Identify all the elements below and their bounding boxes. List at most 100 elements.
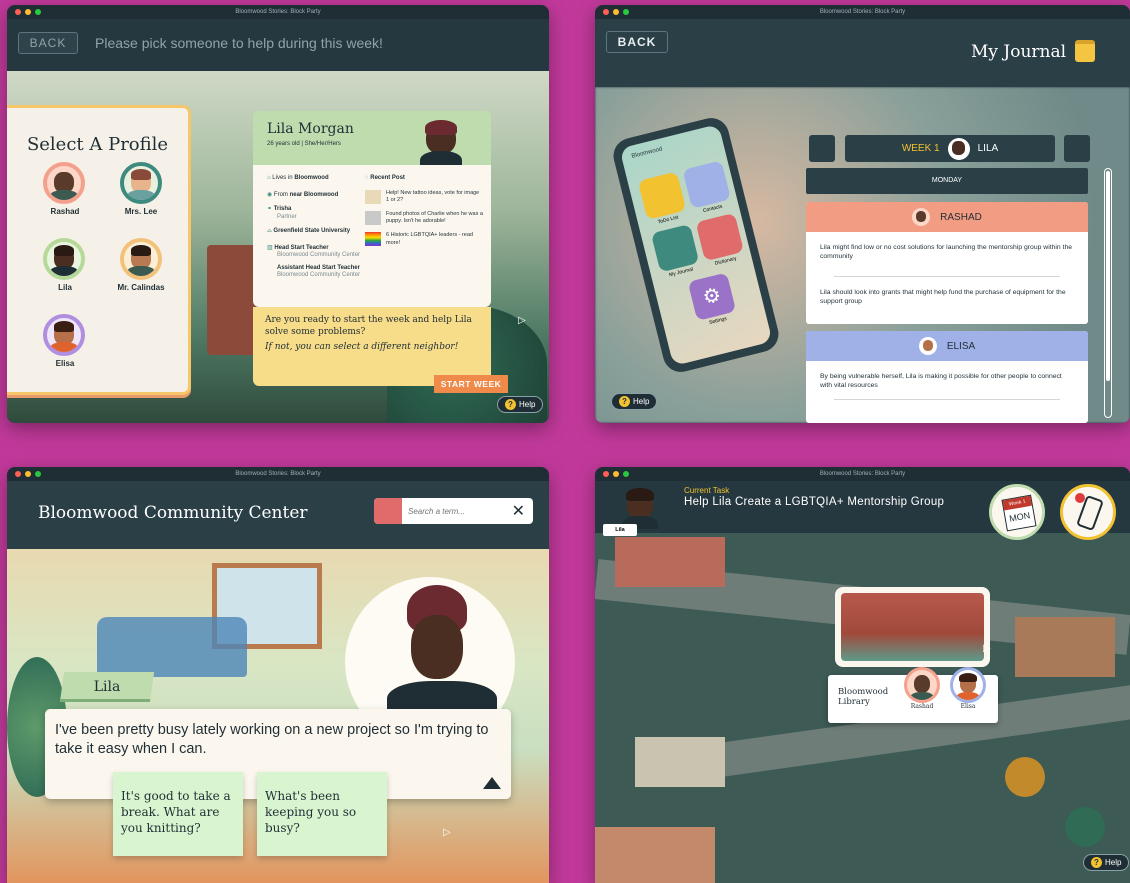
- speaker-name: Lila: [93, 679, 121, 695]
- page-title: Bloomwood Community Center: [38, 503, 308, 523]
- app-contacts[interactable]: [682, 160, 731, 209]
- person-label: LILA: [977, 143, 999, 154]
- panel-title: Select A Profile: [26, 134, 169, 155]
- title-bar: Bloomwood Stories: Block Party: [595, 5, 1130, 19]
- entry-note: Lila should look into grants that might …: [820, 289, 1066, 305]
- person-name: Rashad: [910, 703, 934, 710]
- profile-rashad[interactable]: Rashad: [43, 162, 87, 216]
- map-building: [1015, 617, 1115, 677]
- entry-note: Lila might find low or no cost solutions…: [820, 244, 1073, 260]
- post-thumbnail: [365, 189, 381, 204]
- title-bar: Bloomwood Stories: Block Party: [7, 467, 549, 481]
- post-item[interactable]: Help! New tattoo ideas, vote for image 1…: [365, 189, 483, 204]
- search-input[interactable]: [408, 504, 504, 518]
- close-icon[interactable]: ✕: [512, 501, 525, 521]
- dictionary-icon: [374, 498, 402, 524]
- calendar-icon: Week 1 MON: [1001, 494, 1037, 532]
- dialog-text: I've been pretty busy lately working on …: [55, 722, 489, 757]
- calendar-button[interactable]: Week 1 MON: [989, 484, 1045, 540]
- scene-chairs: [97, 617, 247, 677]
- app-journal[interactable]: [650, 223, 700, 273]
- person-elisa[interactable]: Elisa: [948, 667, 988, 710]
- journal-scrollbar[interactable]: [1104, 168, 1112, 418]
- window-title: Bloomwood Stories: Block Party: [235, 9, 321, 15]
- library-illustration: [841, 593, 984, 661]
- entry-header: RASHAD: [806, 202, 1088, 232]
- person-name: Elisa: [960, 703, 976, 710]
- window-community-center: Bloomwood Stories: Block Party Bloomwood…: [7, 467, 549, 883]
- help-button[interactable]: ? Help: [611, 393, 658, 410]
- post-item[interactable]: 6 Historic LGBTQIA+ leaders - read more!: [365, 232, 483, 247]
- choice-option[interactable]: It's good to take a break. What are you …: [113, 772, 243, 856]
- library-building[interactable]: [835, 587, 990, 667]
- prev-week-button[interactable]: [809, 135, 835, 162]
- post-thumbnail: [365, 211, 381, 226]
- avatar: [120, 162, 162, 204]
- start-week-button[interactable]: START WEEK: [434, 375, 508, 393]
- job-row: Assistant Head Start Teacher Bloomwood Co…: [277, 264, 361, 279]
- cursor-icon: ▷: [518, 315, 526, 326]
- person-rashad[interactable]: Rashad: [902, 667, 942, 710]
- continue-icon[interactable]: [483, 777, 501, 789]
- ready-question: Are you ready to start the week and help…: [265, 315, 472, 337]
- avatar: [918, 337, 937, 355]
- app-dictionary[interactable]: [695, 212, 745, 262]
- character-card: Lila Morgan 26 years old | She/Her/Hers …: [253, 111, 491, 307]
- player-name-tag: Lila: [603, 524, 637, 536]
- scroll-thumb[interactable]: [1106, 171, 1110, 381]
- day-label: MONDAY: [806, 168, 1088, 194]
- building-icon: ▥: [267, 244, 273, 251]
- map-tree: [1005, 757, 1045, 797]
- app-todo[interactable]: [637, 171, 687, 220]
- post-item[interactable]: Found photos of Charlie when he was a pu…: [365, 211, 483, 226]
- window-title: Bloomwood Stories: Block Party: [819, 9, 906, 15]
- character-lila: [387, 585, 497, 725]
- avatar: [43, 314, 85, 356]
- profile-mr-calindas[interactable]: Mr. Calindas: [111, 238, 171, 292]
- profile-name: Mr. Calindas: [117, 283, 165, 292]
- window-journal: Bloomwood Stories: Block Party BACK My J…: [595, 5, 1130, 423]
- entry-note: By being vulnerable herself, Lila is mak…: [820, 373, 1062, 389]
- page-title: My Journal: [971, 42, 1067, 62]
- calendar-day: MON: [1008, 510, 1031, 524]
- notification-dot: [1075, 493, 1085, 503]
- avatar: [120, 238, 162, 280]
- graduation-cap-icon: ⌓: [267, 228, 272, 234]
- profile-elisa[interactable]: Elisa: [43, 314, 87, 368]
- back-button[interactable]: BACK: [18, 32, 78, 54]
- avatar: [912, 208, 931, 226]
- people-icon: ⚭: [267, 206, 273, 212]
- divider: [834, 399, 1060, 400]
- help-button[interactable]: ? Help: [497, 396, 544, 413]
- entry-name: RASHAD: [940, 211, 982, 223]
- app-settings[interactable]: ⚙: [687, 272, 737, 321]
- question-icon: ?: [619, 396, 630, 407]
- partner-row: ⚭ Trisha Partner: [267, 206, 297, 220]
- character-face: [411, 615, 463, 679]
- journal-entry-elisa: ELISA By being vulnerable herself, Lila …: [806, 331, 1088, 423]
- week-selector: WEEK 1 LILA: [845, 135, 1055, 162]
- next-week-button[interactable]: [1064, 135, 1090, 162]
- person-avatar: [947, 137, 970, 160]
- cursor-icon: ▷: [983, 643, 991, 654]
- rainbow-flag-icon: [365, 232, 381, 247]
- speaker-tag: Lila: [59, 672, 155, 702]
- choice-option[interactable]: What's been keeping you so busy?: [257, 772, 387, 856]
- avatar: [43, 162, 85, 204]
- help-button[interactable]: ? Help: [1083, 854, 1130, 871]
- map-building: [595, 827, 715, 883]
- avatar: [950, 667, 986, 703]
- page-prompt: Please pick someone to help during this …: [95, 35, 383, 51]
- cursor-icon: ▷: [443, 827, 451, 838]
- back-button[interactable]: BACK: [606, 31, 668, 53]
- location-name: Bloomwood Library: [838, 687, 889, 708]
- search-box[interactable]: ✕: [374, 498, 533, 524]
- profile-name: Lila: [58, 283, 72, 292]
- phone-button[interactable]: [1060, 484, 1116, 540]
- entry-header: ELISA: [806, 331, 1088, 361]
- entry-name: ELISA: [946, 340, 976, 352]
- journal-entry-rashad: RASHAD Lila might find low or no cost so…: [806, 202, 1088, 324]
- profile-mrs-lee[interactable]: Mrs. Lee: [116, 162, 166, 216]
- location-popup: Bloomwood Library Rashad Elisa: [828, 667, 998, 723]
- profile-lila[interactable]: Lila: [43, 238, 87, 292]
